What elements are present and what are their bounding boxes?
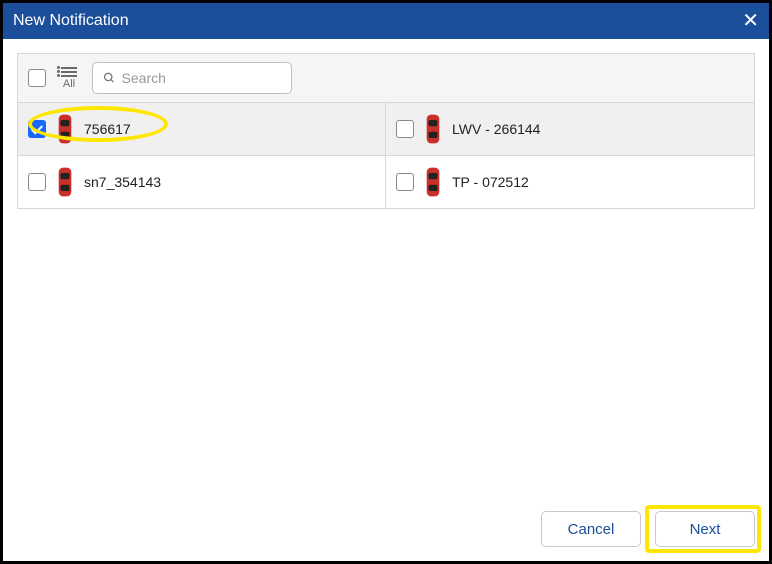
car-icon [56, 111, 74, 147]
dialog-footer: Cancel Next [541, 511, 755, 547]
toolbar: All [17, 53, 755, 103]
item-label: LWV - 266144 [452, 121, 540, 137]
all-label: All [63, 78, 75, 90]
item-label: sn7_354143 [84, 174, 161, 190]
car-icon [424, 164, 442, 200]
all-filter-toggle[interactable]: All [56, 67, 82, 90]
list-icon [61, 67, 77, 77]
titlebar: New Notification ✕ [3, 3, 769, 39]
list-item[interactable]: LWV - 266144 [386, 103, 754, 156]
search-icon [103, 71, 116, 85]
vehicle-grid: 756617 LWV - 266144 sn7_354143 TP - 0725… [17, 103, 755, 209]
item-checkbox[interactable] [28, 120, 46, 138]
notification-dialog: New Notification ✕ All 756617 [0, 0, 772, 564]
cancel-button[interactable]: Cancel [541, 511, 641, 547]
search-input[interactable] [122, 70, 281, 86]
car-icon [424, 111, 442, 147]
list-item[interactable]: 756617 [18, 103, 386, 156]
dialog-title: New Notification [13, 12, 129, 30]
select-all-checkbox[interactable] [28, 69, 46, 87]
car-icon [56, 164, 74, 200]
list-item[interactable]: TP - 072512 [386, 156, 754, 209]
item-label: 756617 [84, 121, 131, 137]
item-label: TP - 072512 [452, 174, 529, 190]
item-checkbox[interactable] [396, 120, 414, 138]
close-icon[interactable]: ✕ [742, 11, 759, 31]
item-checkbox[interactable] [396, 173, 414, 191]
list-item[interactable]: sn7_354143 [18, 156, 386, 209]
dialog-content: All 756617 LWV - 266144 sn7_ [3, 39, 769, 561]
item-checkbox[interactable] [28, 173, 46, 191]
search-box[interactable] [92, 62, 292, 94]
next-button[interactable]: Next [655, 511, 755, 547]
